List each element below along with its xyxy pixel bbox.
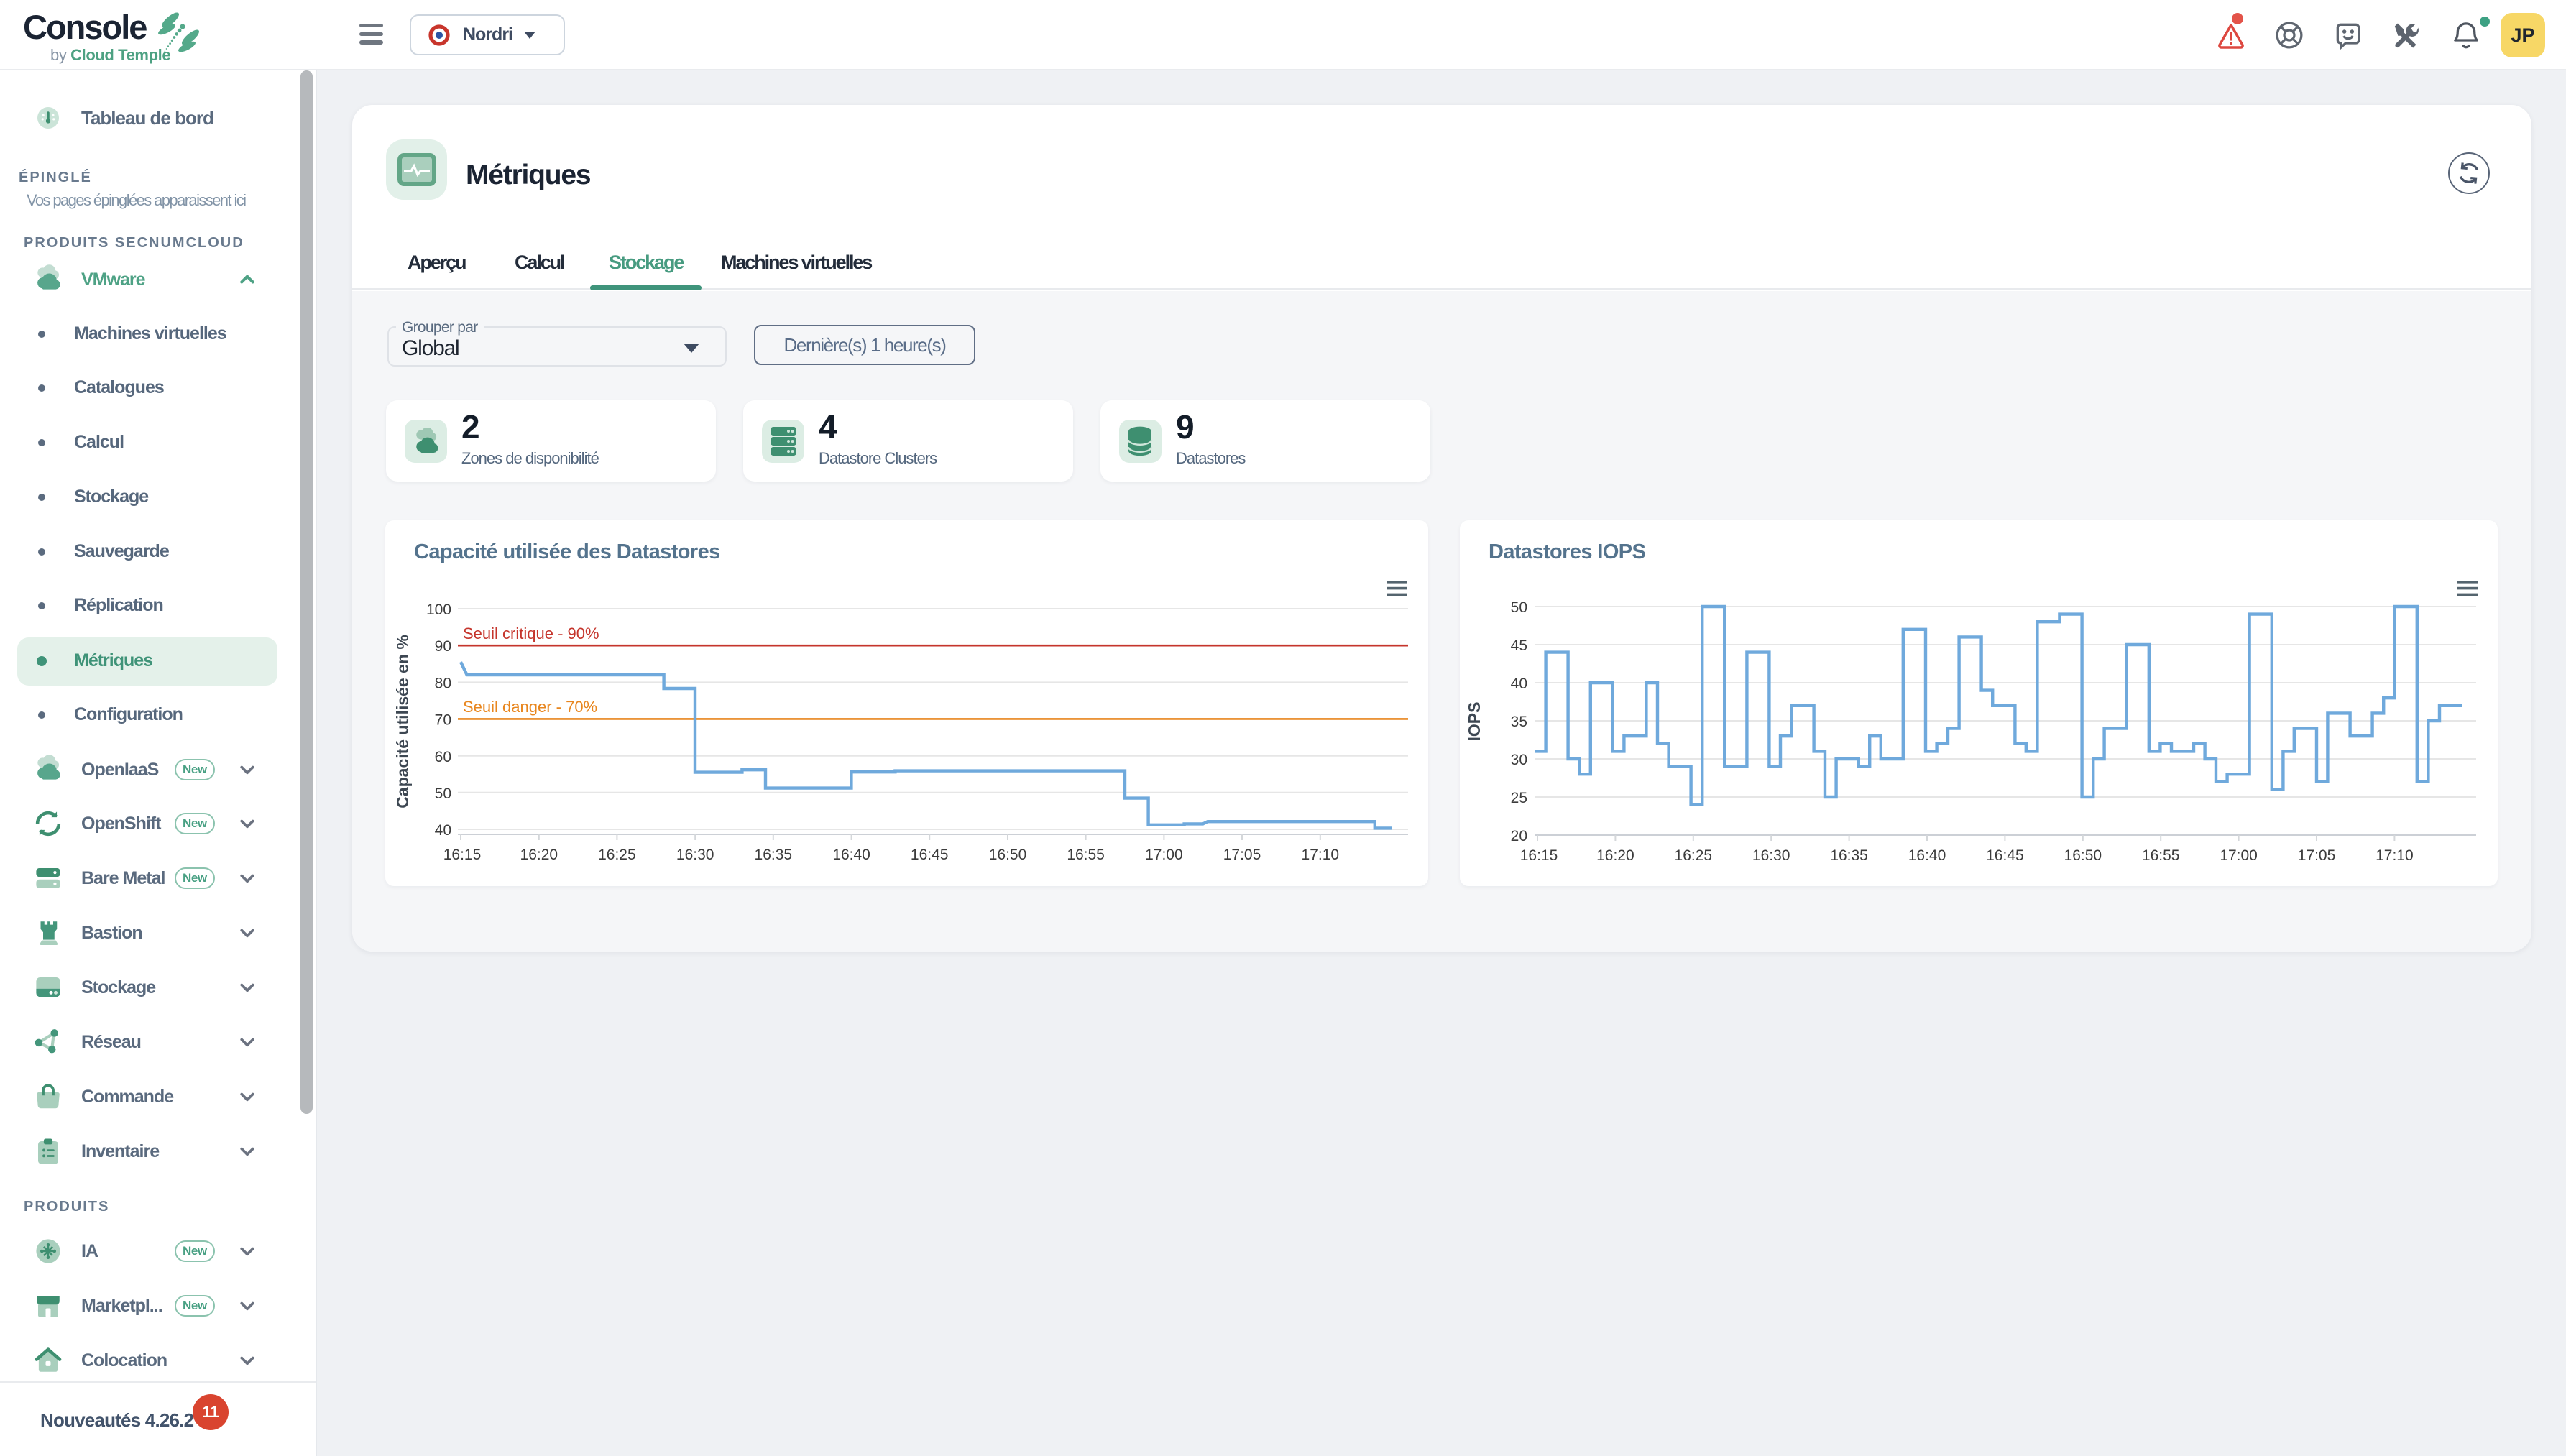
svg-text:16:30: 16:30 — [1752, 847, 1790, 864]
svg-text:17:00: 17:00 — [1145, 847, 1183, 863]
svg-text:16:15: 16:15 — [443, 847, 482, 863]
svg-text:Seuil danger - 70%: Seuil danger - 70% — [463, 698, 597, 716]
svg-text:30: 30 — [1511, 752, 1527, 768]
svg-text:17:10: 17:10 — [2376, 847, 2414, 864]
svg-text:16:50: 16:50 — [2064, 847, 2102, 864]
svg-text:16:15: 16:15 — [1520, 847, 1558, 864]
svg-text:80: 80 — [435, 675, 451, 691]
svg-text:16:45: 16:45 — [911, 847, 949, 863]
svg-text:50: 50 — [435, 785, 451, 802]
svg-text:16:40: 16:40 — [1908, 847, 1946, 864]
svg-text:70: 70 — [435, 711, 451, 728]
svg-text:90: 90 — [435, 638, 451, 655]
svg-text:100: 100 — [426, 602, 451, 618]
svg-text:50: 50 — [1511, 599, 1527, 616]
svg-text:16:20: 16:20 — [520, 847, 558, 863]
svg-text:16:20: 16:20 — [1596, 847, 1634, 864]
svg-text:25: 25 — [1511, 790, 1527, 806]
svg-text:17:00: 17:00 — [2220, 847, 2258, 864]
svg-text:Seuil critique - 90%: Seuil critique - 90% — [463, 625, 599, 642]
svg-text:Capacité utilisée en %: Capacité utilisée en % — [393, 635, 412, 808]
svg-text:16:35: 16:35 — [1830, 847, 1868, 864]
svg-text:16:30: 16:30 — [676, 847, 714, 863]
svg-text:17:05: 17:05 — [2298, 847, 2336, 864]
svg-text:16:25: 16:25 — [598, 847, 636, 863]
svg-text:16:40: 16:40 — [832, 847, 870, 863]
svg-text:35: 35 — [1511, 714, 1527, 730]
svg-text:20: 20 — [1511, 828, 1527, 844]
svg-text:16:25: 16:25 — [1675, 847, 1713, 864]
svg-text:60: 60 — [435, 749, 451, 765]
svg-text:17:10: 17:10 — [1302, 847, 1340, 863]
svg-text:16:50: 16:50 — [989, 847, 1027, 863]
svg-text:40: 40 — [1511, 676, 1527, 692]
svg-text:16:35: 16:35 — [755, 847, 793, 863]
svg-text:16:55: 16:55 — [2142, 847, 2180, 864]
svg-text:IOPS: IOPS — [1465, 702, 1484, 742]
svg-text:40: 40 — [435, 822, 451, 839]
svg-text:16:45: 16:45 — [1986, 847, 2024, 864]
svg-text:17:05: 17:05 — [1223, 847, 1261, 863]
svg-text:16:55: 16:55 — [1067, 847, 1105, 863]
svg-text:45: 45 — [1511, 637, 1527, 654]
